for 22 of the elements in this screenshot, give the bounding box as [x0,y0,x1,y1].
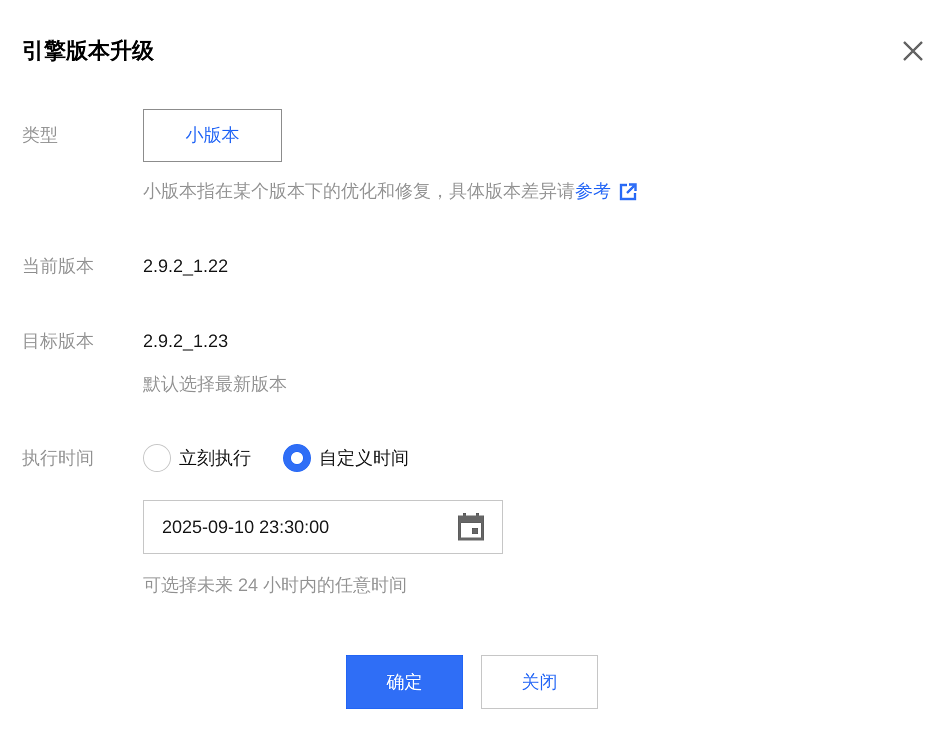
hint-text: 小版本指在某个版本下的优化和修复，具体版本差异请 [143,180,575,203]
calendar-icon[interactable] [458,513,484,541]
field-label: 当前版本 [22,256,94,276]
external-link-icon[interactable] [619,182,637,200]
close-button[interactable]: 关闭 [481,655,598,709]
version-value: 2.9.2_1.23 [143,330,228,353]
confirm-button[interactable]: 确定 [346,655,463,709]
hint-text: 可选择未来 24 小时内的任意时间 [143,575,408,595]
field-label: 类型 [22,125,58,145]
datetime-field[interactable]: 2025-09-10 23:30:00 [143,500,503,554]
close-icon[interactable] [902,40,924,62]
hint-text: 默认选择最新版本 [143,374,287,394]
type-option[interactable]: 小版本 [143,109,282,162]
field-label: 执行时间 [22,448,94,468]
radio-label[interactable]: 自定义时间 [319,444,409,472]
dialog-title: 引擎版本升级 [22,37,154,65]
field-label: 目标版本 [22,331,94,351]
radio-button[interactable] [283,444,311,472]
radio-button[interactable] [143,444,171,472]
reference-link[interactable]: 参考 [575,178,611,205]
radio-label[interactable]: 立刻执行 [179,444,251,472]
version-value: 2.9.2_1.22 [143,255,228,278]
